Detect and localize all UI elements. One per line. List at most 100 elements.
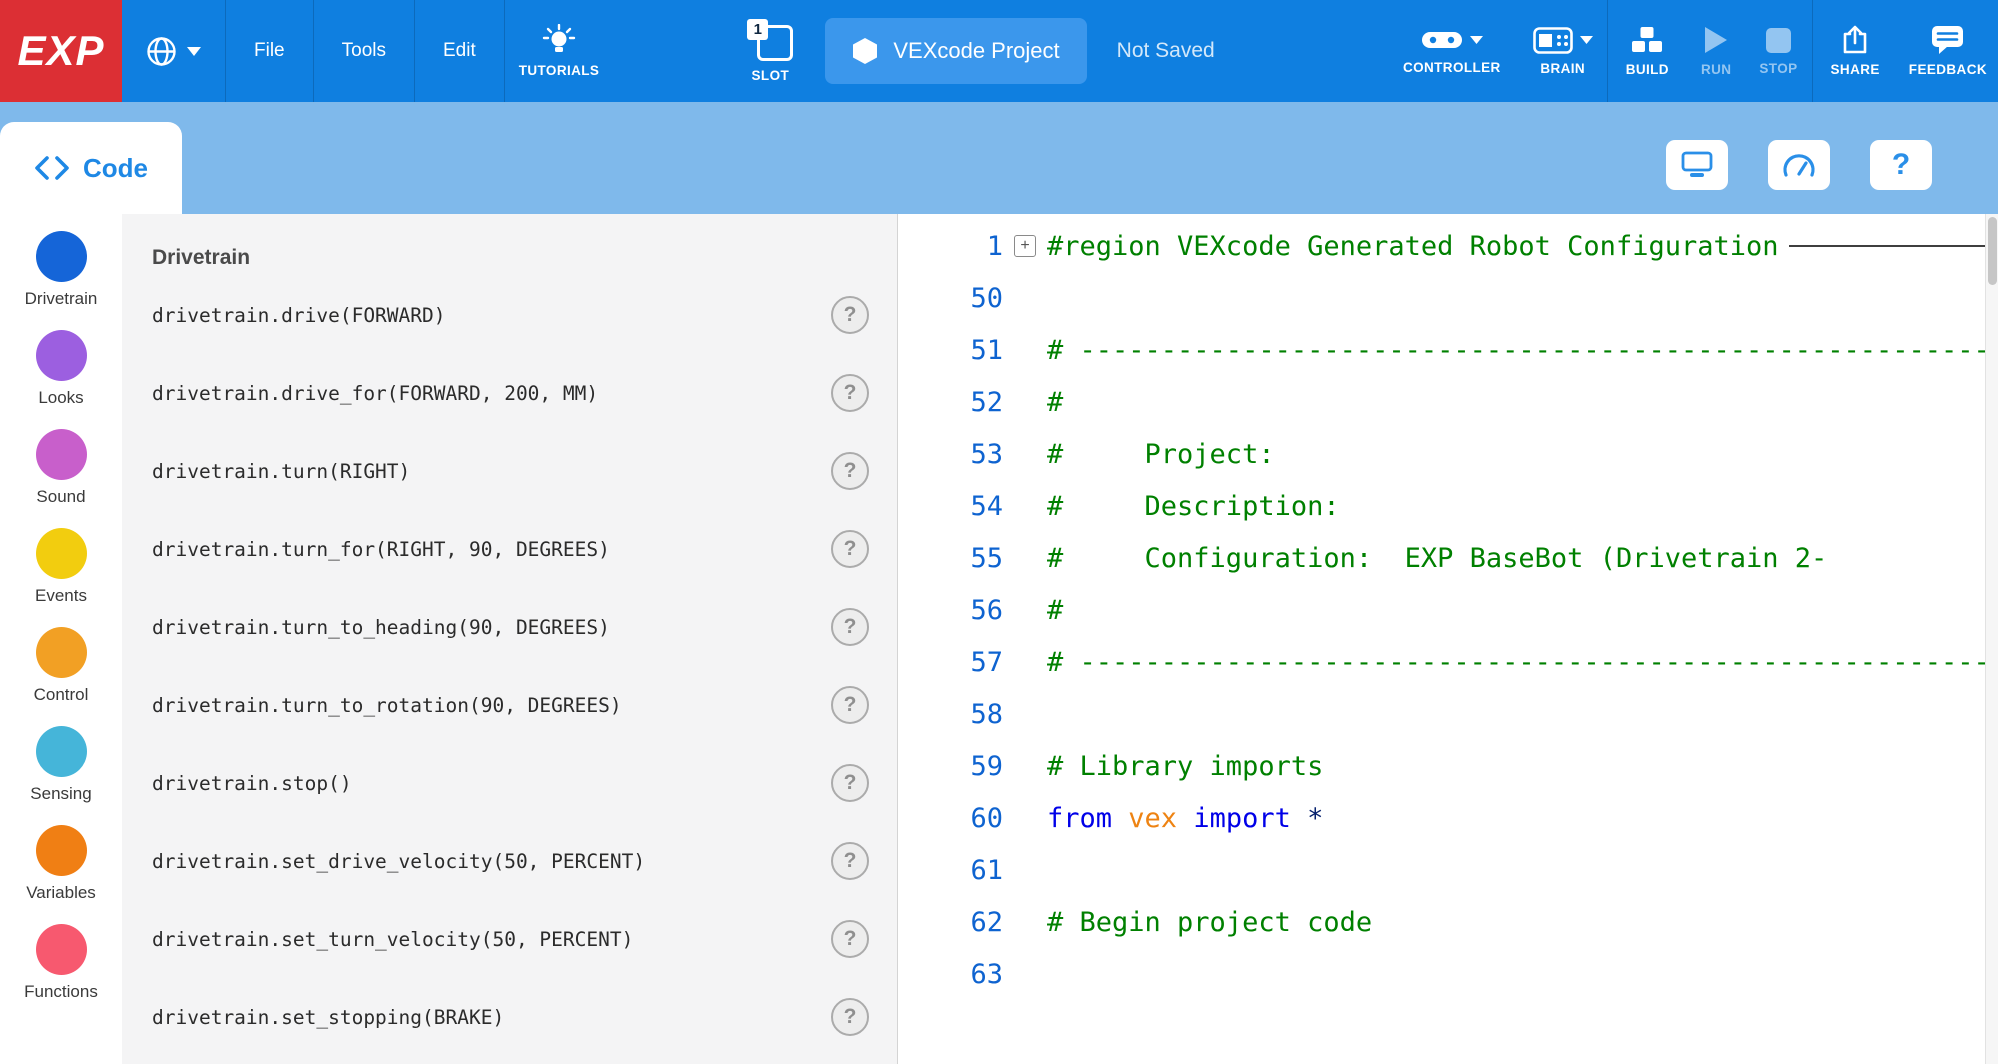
category-label: Events: [35, 586, 87, 606]
command-help-button[interactable]: ?: [831, 920, 869, 958]
play-icon: [1703, 25, 1729, 55]
palette-category-events[interactable]: Events: [0, 517, 122, 616]
command-help-button[interactable]: ?: [831, 998, 869, 1036]
divider: [504, 0, 505, 102]
code-line[interactable]: 59 # Library imports: [898, 740, 1998, 792]
build-icon: [1629, 25, 1665, 55]
code-line[interactable]: 61: [898, 844, 1998, 896]
line-number: 58: [898, 699, 1003, 730]
tab-code[interactable]: Code: [0, 122, 182, 214]
line-code-text: # Project:: [1047, 439, 1275, 470]
palette-category-sensing[interactable]: Sensing: [0, 715, 122, 814]
menu-file[interactable]: File: [226, 0, 313, 102]
stop-button[interactable]: STOP: [1745, 0, 1811, 102]
controller-button[interactable]: CONTROLLER: [1385, 0, 1519, 102]
line-number: 60: [898, 803, 1003, 834]
feedback-button[interactable]: FEEDBACK: [1898, 0, 1998, 102]
code-line[interactable]: 50: [898, 272, 1998, 324]
command-item[interactable]: drivetrain.turn_for(RIGHT, 90, DEGREES) …: [122, 510, 897, 588]
command-text: drivetrain.turn_to_rotation(90, DEGREES): [152, 694, 831, 717]
palette-category-variables[interactable]: Variables: [0, 814, 122, 913]
code-editor[interactable]: 1 + #region VEXcode Generated Robot Conf…: [898, 214, 1998, 1064]
code-line[interactable]: 54 # Description:: [898, 480, 1998, 532]
command-item[interactable]: drivetrain.turn(RIGHT) ?: [122, 432, 897, 510]
code-brackets-icon: [34, 155, 70, 181]
command-item[interactable]: drivetrain.set_drive_velocity(50, PERCEN…: [122, 822, 897, 900]
line-number: 51: [898, 335, 1003, 366]
palette-category-looks[interactable]: Looks: [0, 319, 122, 418]
code-lines: 1 + #region VEXcode Generated Robot Conf…: [898, 220, 1998, 1000]
brain-button[interactable]: BRAIN: [1519, 0, 1607, 102]
line-number: 52: [898, 387, 1003, 418]
code-line[interactable]: 62 # Begin project code: [898, 896, 1998, 948]
category-label: Looks: [38, 388, 83, 408]
line-code-text: # Begin project code: [1047, 907, 1372, 938]
editor-scrollbar[interactable]: [1985, 214, 1998, 1064]
chevron-down-icon: [1470, 36, 1483, 44]
build-label: BUILD: [1626, 62, 1669, 77]
command-help-button[interactable]: ?: [831, 608, 869, 646]
hexagon-icon: [852, 37, 878, 65]
scrollbar-thumb[interactable]: [1988, 217, 1997, 285]
palette-category-sound[interactable]: Sound: [0, 418, 122, 517]
tutorials-button[interactable]: TUTORIALS: [519, 0, 600, 102]
code-line[interactable]: 55 # Configuration: EXP BaseBot (Drivetr…: [898, 532, 1998, 584]
stop-label: STOP: [1759, 61, 1797, 76]
run-button[interactable]: RUN: [1687, 0, 1745, 102]
project-name-button[interactable]: VEXcode Project: [825, 18, 1086, 84]
build-button[interactable]: BUILD: [1608, 0, 1687, 102]
line-code-text: from vex import *: [1047, 803, 1323, 834]
palette-category-drivetrain[interactable]: Drivetrain: [0, 220, 122, 319]
palette-category-functions[interactable]: Functions: [0, 913, 122, 1012]
code-line[interactable]: 53 # Project:: [898, 428, 1998, 480]
controller-icon: [1421, 27, 1463, 53]
command-help-button[interactable]: ?: [831, 530, 869, 568]
command-category-header: Drivetrain: [122, 214, 897, 276]
code-line[interactable]: 51 # -----------------------------------…: [898, 324, 1998, 376]
fold-gutter: +: [1003, 235, 1047, 257]
category-label: Functions: [24, 982, 98, 1002]
tab-code-label: Code: [83, 153, 148, 184]
command-help-button[interactable]: ?: [831, 452, 869, 490]
command-item[interactable]: drivetrain.set_stopping(BRAKE) ?: [122, 978, 897, 1056]
menu-tools[interactable]: Tools: [314, 0, 414, 102]
command-help-button[interactable]: ?: [831, 374, 869, 412]
code-line[interactable]: 57 # -----------------------------------…: [898, 636, 1998, 688]
line-number: 59: [898, 751, 1003, 782]
dashboard-button[interactable]: [1768, 140, 1830, 190]
code-line[interactable]: 56 #: [898, 584, 1998, 636]
palette-category-control[interactable]: Control: [0, 616, 122, 715]
command-text: drivetrain.set_turn_velocity(50, PERCENT…: [152, 928, 831, 951]
language-menu[interactable]: [122, 0, 225, 102]
command-item[interactable]: drivetrain.turn_to_heading(90, DEGREES) …: [122, 588, 897, 666]
command-help-button[interactable]: ?: [831, 764, 869, 802]
command-list: drivetrain.drive(FORWARD) ? drivetrain.d…: [122, 276, 897, 1056]
code-line[interactable]: 63: [898, 948, 1998, 1000]
command-item[interactable]: drivetrain.turn_to_rotation(90, DEGREES)…: [122, 666, 897, 744]
command-help-button[interactable]: ?: [831, 686, 869, 724]
category-label: Sound: [36, 487, 85, 507]
command-text: drivetrain.turn_for(RIGHT, 90, DEGREES): [152, 538, 831, 561]
category-circle-icon: [36, 528, 87, 579]
command-item[interactable]: drivetrain.drive_for(FORWARD, 200, MM) ?: [122, 354, 897, 432]
code-line[interactable]: 58: [898, 688, 1998, 740]
command-panel: Drivetrain drivetrain.drive(FORWARD) ? d…: [122, 214, 898, 1064]
command-help-button[interactable]: ?: [831, 296, 869, 334]
gauge-icon: [1782, 152, 1816, 178]
command-text: drivetrain.turn_to_heading(90, DEGREES): [152, 616, 831, 639]
slot-button[interactable]: 1 SLOT: [747, 0, 793, 102]
code-line[interactable]: 1 + #region VEXcode Generated Robot Conf…: [898, 220, 1998, 272]
command-item[interactable]: drivetrain.drive(FORWARD) ?: [122, 276, 897, 354]
expand-region-icon[interactable]: +: [1014, 235, 1036, 257]
command-help-button[interactable]: ?: [831, 842, 869, 880]
command-item[interactable]: drivetrain.stop() ?: [122, 744, 897, 822]
code-line[interactable]: 60 from vex import *: [898, 792, 1998, 844]
code-line[interactable]: 52 #: [898, 376, 1998, 428]
menu-edit[interactable]: Edit: [415, 0, 504, 102]
sub-toolbar: Code ?: [0, 102, 1998, 214]
command-item[interactable]: drivetrain.set_turn_velocity(50, PERCENT…: [122, 900, 897, 978]
share-button[interactable]: SHARE: [1813, 0, 1898, 102]
devices-button[interactable]: [1666, 140, 1728, 190]
controller-label: CONTROLLER: [1403, 60, 1501, 75]
help-button[interactable]: ?: [1870, 140, 1932, 190]
